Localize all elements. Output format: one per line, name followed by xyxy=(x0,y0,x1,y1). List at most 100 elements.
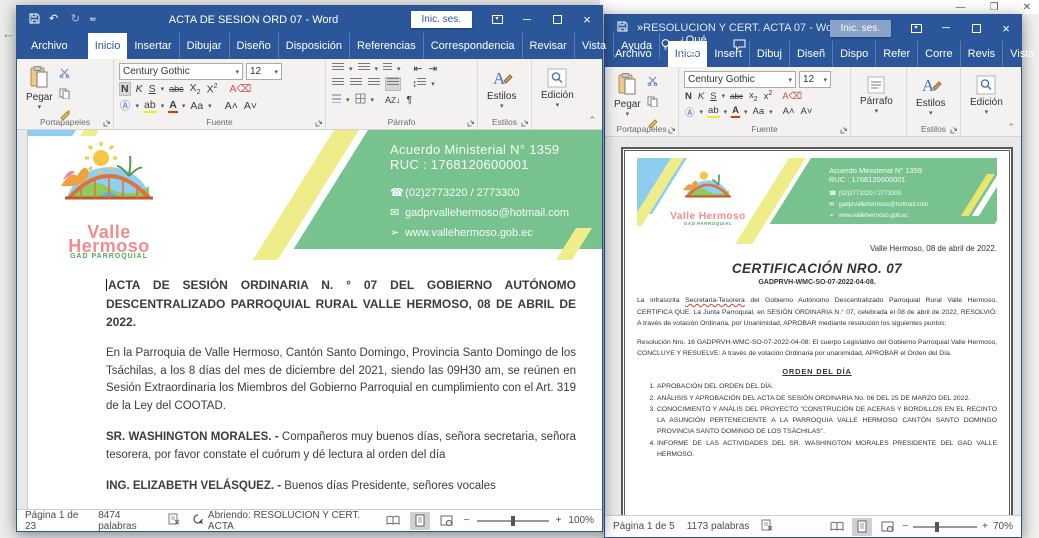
tab-insertar[interactable]: Insertar xyxy=(127,33,179,59)
font-size-select[interactable]: 12▾ xyxy=(246,63,282,80)
left-document-area[interactable]: Valle Hermoso GAD PARROQUIAL Acuerdo Min… xyxy=(17,130,602,509)
tab-disposicion[interactable]: Dispo xyxy=(833,41,876,67)
zoom-slider[interactable] xyxy=(913,526,977,528)
clipboard-dialog-launcher-icon[interactable] xyxy=(103,119,111,127)
highlight-button[interactable]: ab xyxy=(707,105,720,118)
numbering-button[interactable] xyxy=(357,63,371,75)
word-count[interactable]: 8474 palabras xyxy=(98,510,156,532)
right-document-area[interactable]: Valle Hermoso GAD PARROQUIAL Acuerdo Min… xyxy=(605,137,1021,515)
bg-restore-icon[interactable]: ❐ xyxy=(990,2,999,13)
italic-button[interactable]: K xyxy=(697,91,705,102)
zoom-slider-thumb[interactable] xyxy=(935,522,939,532)
superscript-button[interactable]: x2 xyxy=(763,90,774,102)
zoom-out-icon[interactable]: − xyxy=(464,515,470,526)
align-right-button[interactable] xyxy=(367,78,381,90)
tab-vista[interactable]: Vista xyxy=(1003,41,1039,67)
zoom-slider-thumb[interactable] xyxy=(511,516,515,526)
paragraph-dialog-launcher-icon[interactable] xyxy=(467,119,475,127)
left-titlebar[interactable]: ↶▾ ↻ ≂ ACTA DE SESION ORD 07 - Word Inic… xyxy=(17,6,602,33)
subscript-button[interactable]: x2 xyxy=(748,90,759,103)
shrink-font-button[interactable]: A˅ xyxy=(243,100,258,112)
align-left-button[interactable] xyxy=(331,78,345,90)
print-layout-icon[interactable] xyxy=(852,518,872,536)
minimize-icon[interactable]: ─ xyxy=(931,15,961,42)
read-mode-icon[interactable] xyxy=(827,518,847,536)
justify-button[interactable] xyxy=(385,77,401,91)
read-mode-icon[interactable] xyxy=(383,512,403,530)
cut-icon[interactable] xyxy=(59,65,71,83)
tab-referencias[interactable]: Refer xyxy=(876,41,918,67)
restore-icon[interactable] xyxy=(542,6,572,33)
cut-icon[interactable] xyxy=(647,73,659,91)
zoom-in-icon[interactable]: + xyxy=(982,521,988,532)
certificate-page[interactable]: Valle Hermoso GAD PARROQUIAL Acuerdo Min… xyxy=(621,147,1013,515)
strikethrough-button[interactable]: abc xyxy=(168,84,185,94)
left-page[interactable]: Valle Hermoso GAD PARROQUIAL Acuerdo Min… xyxy=(27,130,602,509)
increase-indent-button[interactable]: ⇥ xyxy=(427,63,438,75)
borders-button[interactable] xyxy=(354,93,367,107)
styles-dialog-launcher-icon[interactable] xyxy=(521,119,529,127)
zoom-slider[interactable] xyxy=(477,520,549,522)
font-dialog-launcher-icon[interactable] xyxy=(315,119,323,127)
grow-font-button[interactable]: A˄ xyxy=(224,100,239,112)
tab-diseno[interactable]: Diseño xyxy=(230,33,279,59)
tab-archivo[interactable]: Archivo xyxy=(17,33,82,59)
save-icon[interactable] xyxy=(29,13,40,27)
clear-format-icon[interactable]: A⌫ xyxy=(781,91,803,102)
ribbon-display-options-icon[interactable]: ▾ xyxy=(901,15,931,42)
tab-vista[interactable]: Vista xyxy=(575,33,614,59)
font-color-button[interactable]: A xyxy=(731,105,740,118)
paste-button[interactable]: Pegar▾ xyxy=(610,71,645,120)
tab-referencias[interactable]: Referencias xyxy=(350,33,424,59)
page-indicator[interactable]: Página 1 de 5 xyxy=(613,521,675,532)
zoom-in-icon[interactable]: + xyxy=(556,515,562,526)
bold-button[interactable]: N xyxy=(119,82,131,96)
subscript-button[interactable]: X2 xyxy=(189,82,202,96)
copy-icon[interactable] xyxy=(647,94,659,112)
proofing-icon[interactable] xyxy=(761,519,773,534)
comments-icon[interactable] xyxy=(733,39,746,54)
highlight-button[interactable]: ab xyxy=(143,99,157,113)
undo-icon[interactable]: ↶▾ xyxy=(49,14,62,25)
sort-button[interactable]: AZ↓ xyxy=(384,95,401,105)
tab-dibujar[interactable]: Dibujar xyxy=(180,33,230,59)
tab-revisar[interactable]: Revisar xyxy=(523,33,575,59)
change-case-button[interactable]: Aa xyxy=(752,106,766,117)
web-layout-icon[interactable] xyxy=(437,512,457,530)
editing-button[interactable]: Edición▾ xyxy=(537,63,578,113)
qat-customize-icon[interactable]: ≂ xyxy=(89,15,97,24)
text-effects-icon[interactable]: Ⓐ xyxy=(119,98,132,113)
clear-format-icon[interactable]: A⌫ xyxy=(229,83,253,95)
tab-dibujar[interactable]: Dibuj xyxy=(750,41,790,67)
pilcrow-button[interactable]: ¶ xyxy=(405,94,413,106)
multilevel-list-button[interactable] xyxy=(382,63,393,75)
styles-dialog-launcher-icon[interactable] xyxy=(950,126,958,134)
line-spacing-button[interactable]: ↕ xyxy=(411,78,427,90)
ribbon-display-options-icon[interactable]: ▾ xyxy=(482,6,512,33)
proofing-icon[interactable] xyxy=(168,513,180,528)
align-center-button[interactable] xyxy=(349,78,363,90)
tab-diseno[interactable]: Diseñ xyxy=(790,41,833,67)
decrease-indent-button[interactable]: ⇤ xyxy=(413,63,424,75)
bullets-button[interactable] xyxy=(331,63,345,75)
zoom-percent[interactable]: 100% xyxy=(568,515,594,526)
print-layout-icon[interactable] xyxy=(410,512,430,530)
page-indicator[interactable]: Página 1 de 23 xyxy=(25,510,86,532)
shrink-font-button[interactable]: A˅ xyxy=(800,106,814,117)
superscript-button[interactable]: X2 xyxy=(206,83,219,96)
bold-button[interactable]: N xyxy=(684,91,693,102)
lightbulb-icon[interactable] xyxy=(660,38,671,54)
font-dialog-launcher-icon[interactable] xyxy=(840,126,848,134)
paragraph-button[interactable]: Párrafo▾ xyxy=(856,71,897,120)
font-name-select[interactable]: Century Gothic▾ xyxy=(684,71,796,88)
styles-button[interactable]: A Estilos▾ xyxy=(912,71,949,120)
tab-disposicion[interactable]: Disposición xyxy=(279,33,350,59)
tab-ayuda[interactable]: Ayuda xyxy=(614,33,660,59)
bg-minimize-icon[interactable]: — xyxy=(956,2,966,13)
styles-button[interactable]: A Estilos▾ xyxy=(483,63,520,113)
underline-button[interactable]: S xyxy=(709,91,717,102)
right-signin-button[interactable]: Inic. ses. xyxy=(830,20,891,37)
strikethrough-button[interactable]: abc xyxy=(729,92,744,101)
redo-icon[interactable]: ↻ xyxy=(71,14,80,25)
text-effects-icon[interactable]: Ⓐ xyxy=(684,105,696,119)
